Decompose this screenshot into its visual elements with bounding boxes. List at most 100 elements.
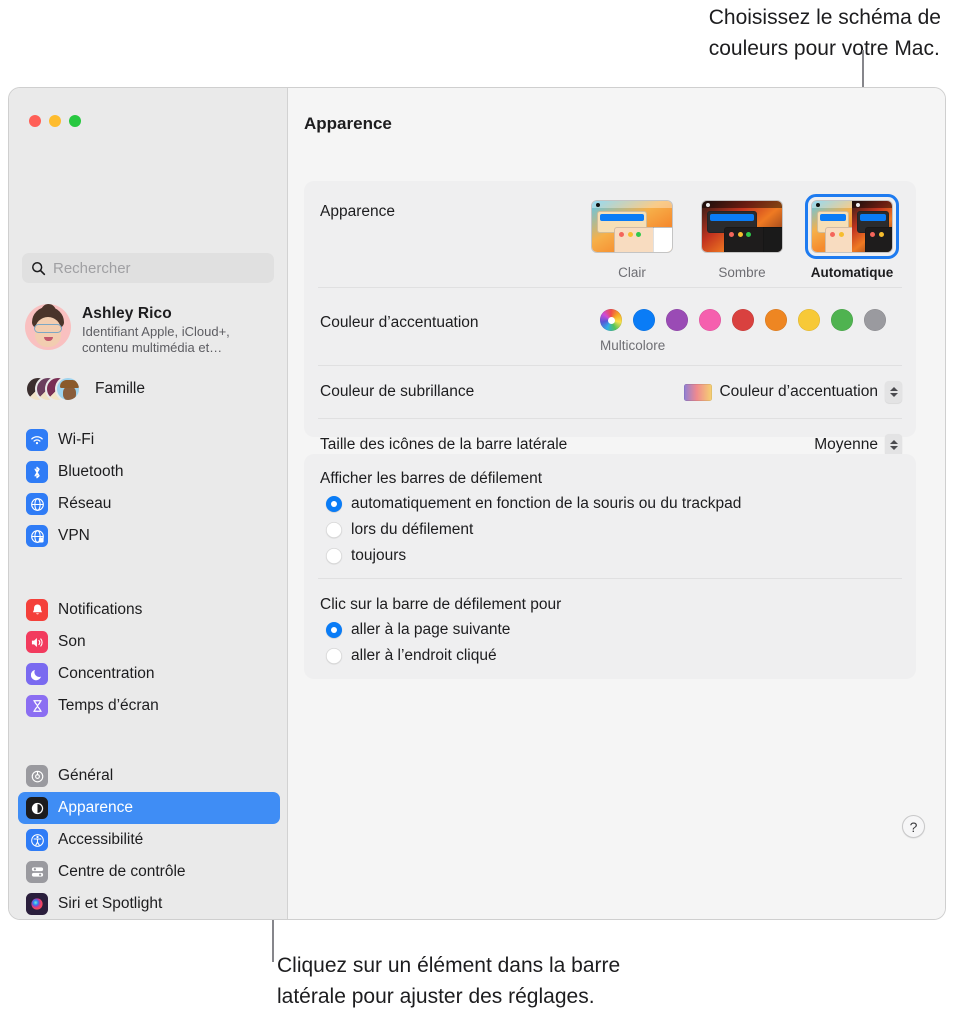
appearance-row-label: Apparence bbox=[320, 203, 395, 220]
radio-button[interactable] bbox=[326, 548, 342, 564]
sidebar-item-label: Siri et Spotlight bbox=[58, 895, 163, 912]
radio-label: aller à l’endroit cliqué bbox=[351, 647, 497, 664]
wifi-icon bbox=[26, 429, 48, 451]
accent-swatch-rose[interactable] bbox=[699, 309, 721, 331]
search-icon bbox=[31, 261, 46, 276]
radio-label: aller à la page suivante bbox=[351, 621, 511, 638]
appearance-option-label: Automatique bbox=[810, 265, 894, 280]
appearance-option-clair[interactable]: Clair bbox=[584, 194, 680, 280]
sidebar-item-label: Accessibilité bbox=[58, 831, 144, 848]
family-avatars bbox=[25, 374, 85, 404]
accent-swatch-rouge[interactable] bbox=[732, 309, 754, 331]
accent-swatch-jaune[interactable] bbox=[798, 309, 820, 331]
accent-swatch-violet[interactable] bbox=[666, 309, 688, 331]
sidebar-item-centre-de-controle[interactable]: Centre de contrôle bbox=[18, 856, 280, 888]
bluetooth-icon bbox=[26, 461, 48, 483]
sidebar-icon-size-value: Moyenne bbox=[814, 436, 878, 453]
zoom-button[interactable] bbox=[69, 115, 81, 127]
highlight-row-label: Couleur de subrillance bbox=[320, 383, 475, 400]
highlight-color-popup[interactable]: Couleur d’accentuation bbox=[684, 381, 902, 403]
radio-button[interactable] bbox=[326, 496, 342, 512]
sidebar-item-temps-decran[interactable]: Temps d’écran bbox=[18, 690, 280, 722]
radio-option-always[interactable]: toujours bbox=[326, 547, 406, 565]
sidebar-item-label: Son bbox=[58, 633, 86, 650]
radio-button[interactable] bbox=[326, 522, 342, 538]
page-title: Apparence bbox=[304, 114, 392, 133]
sidebar-item-bluetooth[interactable]: Bluetooth bbox=[18, 456, 280, 488]
highlight-color-row: Couleur de subrillance Couleur d’accentu… bbox=[304, 366, 916, 419]
siri-icon bbox=[26, 893, 48, 915]
accent-swatch-orange[interactable] bbox=[765, 309, 787, 331]
click-scroll-bar-title: Clic sur la barre de défilement pour bbox=[320, 596, 562, 613]
sidebar-item-label: Réseau bbox=[58, 495, 112, 512]
radio-option-auto-mouse-trackpad[interactable]: automatiquement en fonction de la souris… bbox=[326, 495, 741, 513]
speaker-icon bbox=[26, 631, 48, 653]
sidebar-item-notifications[interactable]: Notifications bbox=[18, 594, 280, 626]
radio-label: automatiquement en fonction de la souris… bbox=[351, 495, 742, 512]
sidebar-item-son[interactable]: Son bbox=[18, 626, 280, 658]
sidebar-item-vpn[interactable]: VPN bbox=[18, 520, 280, 552]
show-scroll-bars-title: Afficher les barres de défilement bbox=[320, 470, 542, 487]
sidebar-item-label: Temps d’écran bbox=[58, 697, 159, 714]
screenshot-root: Choisissez le schéma de couleurs pour vo… bbox=[0, 0, 955, 1024]
appearance-settings-card: Apparence Clair Sombre Automatique Coule… bbox=[304, 181, 916, 510]
bell-icon bbox=[26, 599, 48, 621]
click-scroll-bar-group: Clic sur la barre de défilement pour all… bbox=[304, 579, 916, 679]
sidebar-item-siri-et-spotlight[interactable]: Siri et Spotlight bbox=[18, 888, 280, 919]
help-button[interactable]: ? bbox=[902, 815, 925, 838]
system-settings-window: Rechercher Ashley Rico Identifiant Apple… bbox=[8, 87, 946, 920]
sidebar-item-concentration[interactable]: Concentration bbox=[18, 658, 280, 690]
appearance-options: Clair Sombre Automatique bbox=[584, 194, 900, 280]
radio-option-when-scrolling[interactable]: lors du défilement bbox=[326, 521, 473, 539]
appearance-row: Apparence Clair Sombre Automatique bbox=[304, 181, 916, 288]
sidebar-item-wi-fi[interactable]: Wi-Fi bbox=[18, 424, 280, 456]
appearance-option-sombre[interactable]: Sombre bbox=[694, 194, 790, 280]
sidebar-item-apparence[interactable]: Apparence bbox=[18, 792, 280, 824]
sidebar-item-label: Famille bbox=[95, 380, 145, 397]
sidebar-group-system: Notifications Son Concentration Temps d’… bbox=[18, 594, 280, 722]
sidebar-item-general[interactable]: Général bbox=[18, 760, 280, 792]
accent-swatches bbox=[600, 309, 886, 331]
sidebar-item-accessibilite[interactable]: Accessibilité bbox=[18, 824, 280, 856]
appearance-option-label: Clair bbox=[618, 265, 646, 280]
radio-option-jump-to-spot[interactable]: aller à l’endroit cliqué bbox=[326, 647, 497, 665]
sidebar-item-reseau[interactable]: Réseau bbox=[18, 488, 280, 520]
radio-option-jump-next-page[interactable]: aller à la page suivante bbox=[326, 621, 510, 639]
account-subtitle: Identifiant Apple, iCloud+, contenu mult… bbox=[82, 324, 230, 355]
sidebar-item-label: Bluetooth bbox=[58, 463, 124, 480]
accessibility-icon bbox=[26, 829, 48, 851]
sidebar-item-label: Général bbox=[58, 767, 114, 784]
sidebar-item-label: Centre de contrôle bbox=[58, 863, 186, 880]
radio-button[interactable] bbox=[326, 648, 342, 664]
account-name: Ashley Rico bbox=[82, 305, 172, 322]
highlight-color-value: Couleur d’accentuation bbox=[719, 383, 878, 400]
appearance-option-label: Sombre bbox=[718, 265, 766, 280]
minimize-button[interactable] bbox=[49, 115, 61, 127]
sidebar: Rechercher Ashley Rico Identifiant Apple… bbox=[9, 88, 288, 919]
window-controls bbox=[29, 115, 81, 127]
sidebar-item-famille[interactable]: Famille bbox=[25, 374, 277, 404]
search-placeholder: Rechercher bbox=[53, 259, 131, 277]
gradient-swatch-icon bbox=[684, 383, 713, 401]
accent-swatch-multicolore[interactable] bbox=[600, 309, 622, 331]
account-row[interactable]: Ashley Rico Identifiant Apple, iCloud+, … bbox=[25, 304, 277, 356]
radio-button[interactable] bbox=[326, 622, 342, 638]
close-button[interactable] bbox=[29, 115, 41, 127]
sidebar-icon-size-popup[interactable]: Moyenne bbox=[814, 434, 902, 456]
accent-swatch-bleu[interactable] bbox=[633, 309, 655, 331]
sidebar-group-general: Général Apparence Accessibilité Centre d… bbox=[18, 760, 280, 919]
scrollbar-settings-card: Afficher les barres de défilement automa… bbox=[304, 454, 916, 679]
control-center-icon bbox=[26, 861, 48, 883]
sidebar-item-label: Apparence bbox=[58, 799, 133, 816]
radio-label: toujours bbox=[351, 547, 407, 564]
avatar bbox=[25, 304, 71, 350]
accent-color-row: Couleur d’accentuation Multicolore bbox=[304, 288, 916, 366]
search-input[interactable]: Rechercher bbox=[22, 253, 274, 283]
accent-swatch-vert[interactable] bbox=[831, 309, 853, 331]
sidebar-item-label: VPN bbox=[58, 527, 90, 544]
accent-swatch-graphite[interactable] bbox=[864, 309, 886, 331]
vpn-globe-icon bbox=[26, 525, 48, 547]
appearance-option-automatique[interactable]: Automatique bbox=[804, 194, 900, 280]
callout-top-text: Choisissez le schéma de couleurs pour vo… bbox=[708, 6, 941, 60]
sidebar-item-label: Notifications bbox=[58, 601, 143, 618]
